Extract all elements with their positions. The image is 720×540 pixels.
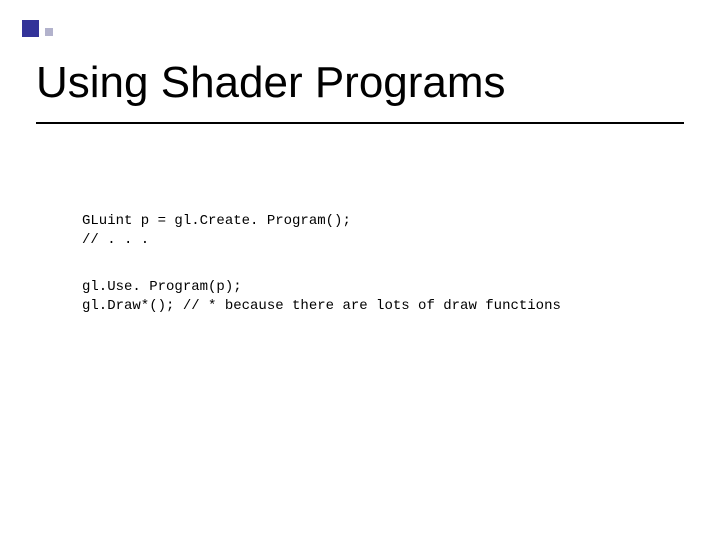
- bullet-small-square-icon: [45, 28, 53, 36]
- title-bullet-decoration: [22, 20, 53, 37]
- slide-title: Using Shader Programs: [36, 58, 506, 108]
- code-block-1: GLuint p = gl.Create. Program(); // . . …: [82, 212, 351, 250]
- slide: Using Shader Programs GLuint p = gl.Crea…: [0, 0, 720, 540]
- title-underline: [36, 122, 684, 124]
- bullet-large-square-icon: [22, 20, 39, 37]
- code-block-2: gl.Use. Program(p); gl.Draw*(); // * bec…: [82, 278, 561, 316]
